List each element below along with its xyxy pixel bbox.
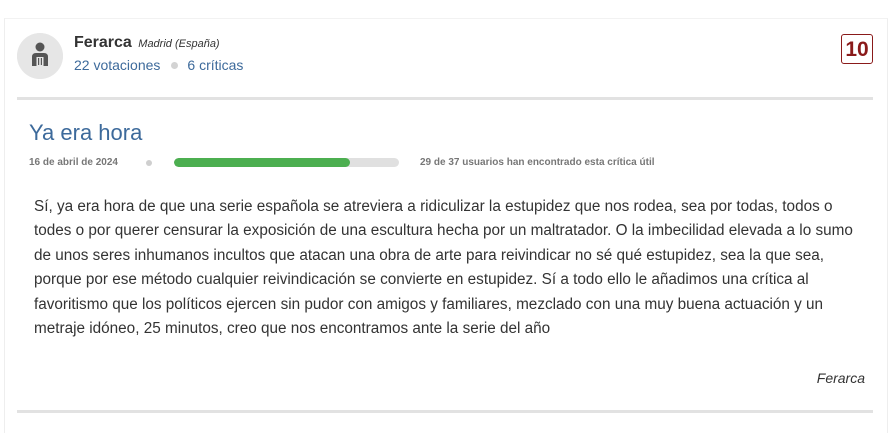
usefulness-bar-fill	[174, 158, 351, 167]
review-card: Ferarca Madrid (España) 22 votaciones 6 c…	[4, 18, 888, 433]
review-body: Sí, ya era hora de que una serie español…	[34, 198, 853, 338]
footer-divider	[17, 410, 873, 413]
rating-badge: 10	[841, 34, 873, 64]
votes-link[interactable]: 22 votaciones	[74, 57, 160, 73]
reviewer-stats: 22 votaciones 6 críticas	[74, 57, 243, 73]
reviewer-header: Ferarca Madrid (España) 22 votaciones 6 c…	[17, 31, 873, 97]
reviews-link[interactable]: 6 críticas	[187, 57, 243, 73]
reviewer-name-text[interactable]: Ferarca	[74, 34, 132, 51]
meta-separator-dot	[146, 160, 152, 166]
usefulness-text: 29 de 37 usuarios han encontrado esta cr…	[420, 157, 655, 168]
usefulness-bar	[174, 158, 399, 167]
review-title: Ya era hora	[29, 120, 143, 145]
user-avatar-icon[interactable]	[17, 33, 63, 79]
separator-dot	[171, 62, 179, 70]
reviewer-name[interactable]: Ferarca Madrid (España)	[74, 34, 220, 52]
review-signature: Ferarca	[816, 370, 865, 386]
reviewer-location: Madrid (España)	[138, 38, 220, 50]
review-date: 16 de abril de 2024	[29, 157, 118, 168]
header-divider	[17, 97, 873, 100]
